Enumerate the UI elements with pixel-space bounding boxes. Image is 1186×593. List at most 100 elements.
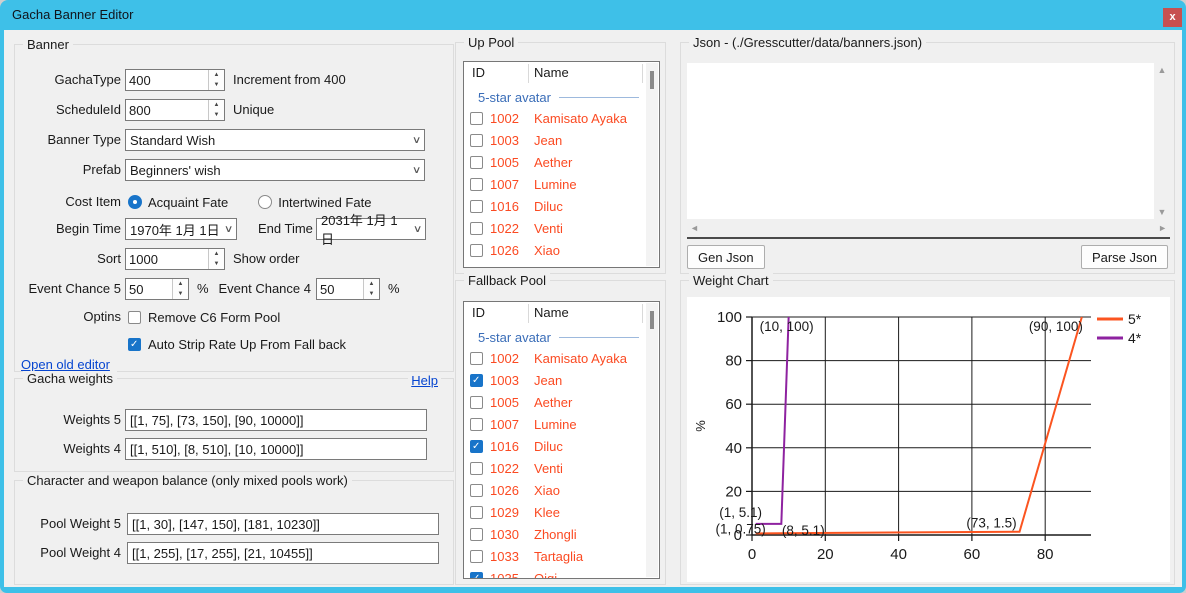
json-horizontal-scrollbar[interactable]: ◄ ► [687, 221, 1170, 236]
row-checkbox[interactable] [470, 178, 483, 191]
sort-input[interactable] [126, 249, 208, 269]
scheduleid-input[interactable] [126, 100, 208, 120]
balance-group-label: Character and weapon balance (only mixed… [23, 473, 352, 488]
spinner-down-icon[interactable]: ▼ [173, 289, 188, 299]
spinner-down-icon[interactable]: ▼ [209, 110, 224, 120]
row-checkbox[interactable] [470, 244, 483, 257]
svg-text:100: 100 [717, 309, 742, 326]
row-id: 1003 [490, 373, 519, 388]
row-checkbox[interactable] [470, 134, 483, 147]
row-checkbox[interactable] [470, 112, 483, 125]
prefab-select[interactable]: Beginners' wish ∨ [125, 159, 425, 181]
radio-icon[interactable] [128, 195, 142, 209]
pool-row[interactable]: 1005Aether [464, 392, 645, 414]
spinner-down-icon[interactable]: ▼ [364, 289, 379, 299]
pool-row[interactable]: 1002Kamisato Ayaka [464, 108, 645, 130]
spinner-up-icon[interactable]: ▲ [173, 279, 188, 289]
row-checkbox[interactable] [470, 550, 483, 563]
row-checkbox[interactable] [470, 484, 483, 497]
arrow-right-icon[interactable]: ► [1158, 223, 1167, 233]
pool-weight-4-label: Pool Weight 4 [15, 542, 121, 564]
pool-row[interactable]: 1033Tartaglia [464, 546, 645, 568]
svg-text:%: % [693, 420, 708, 432]
pool-row[interactable]: 1026Xiao [464, 240, 645, 262]
help-link[interactable]: Help [408, 373, 441, 388]
row-checkbox[interactable] [470, 506, 483, 519]
column-header-name[interactable]: Name [534, 305, 569, 320]
row-name: Aether [534, 155, 572, 170]
pool-row[interactable]: 1007Lumine [464, 414, 645, 436]
prefab-value: Beginners' wish [130, 163, 221, 178]
pool-row[interactable]: 1029Klee [464, 502, 645, 524]
row-checkbox[interactable] [470, 462, 483, 475]
checkbox-icon[interactable] [128, 338, 141, 351]
spinner-up-icon[interactable]: ▲ [209, 70, 224, 80]
row-checkbox[interactable] [470, 352, 483, 365]
radio-icon[interactable] [258, 195, 272, 209]
column-header-id[interactable]: ID [472, 65, 485, 80]
radio-acquaint-fate[interactable]: Acquaint Fate [128, 195, 228, 210]
row-checkbox[interactable] [470, 440, 483, 453]
weights-4-input[interactable] [125, 438, 427, 460]
arrow-up-icon[interactable]: ▲ [1154, 65, 1170, 75]
json-vertical-scrollbar[interactable]: ▲ ▼ [1154, 63, 1170, 219]
weight-chart-group-label: Weight Chart [689, 273, 773, 288]
end-time-picker[interactable]: 2031年 1月 1日 ∨ [316, 218, 426, 240]
spinner-up-icon[interactable]: ▲ [209, 100, 224, 110]
prefab-label: Prefab [15, 159, 121, 181]
pool-row[interactable]: 1035Qiqi [464, 568, 645, 579]
row-checkbox[interactable] [470, 396, 483, 409]
banner-type-select[interactable]: Standard Wish ∨ [125, 129, 425, 151]
pool-row[interactable]: 1016Diluc [464, 196, 645, 218]
row-checkbox[interactable] [470, 572, 483, 579]
row-checkbox[interactable] [470, 374, 483, 387]
scrollbar-thumb[interactable] [650, 311, 654, 329]
checkbox-icon[interactable] [128, 311, 141, 324]
event-chance-5-input[interactable] [126, 279, 172, 299]
banner-group-label: Banner [23, 37, 73, 52]
json-textarea[interactable] [687, 63, 1170, 219]
up-pool-scrollbar[interactable] [646, 63, 658, 266]
pool-row[interactable]: 1016Diluc [464, 436, 645, 458]
event-chance-4-input[interactable] [317, 279, 363, 299]
pool-row[interactable]: 1022Venti [464, 218, 645, 240]
row-checkbox[interactable] [470, 222, 483, 235]
pool-row[interactable]: 1030Zhongli [464, 524, 645, 546]
checkbox-auto-strip[interactable]: Auto Strip Rate Up From Fall back [128, 333, 346, 355]
spinner-down-icon[interactable]: ▼ [209, 80, 224, 90]
spinner-up-icon[interactable]: ▲ [364, 279, 379, 289]
arrow-left-icon[interactable]: ◄ [690, 223, 699, 233]
gachatype-input[interactable] [126, 70, 208, 90]
parse-json-button[interactable]: Parse Json [1081, 245, 1168, 269]
row-id: 1029 [490, 505, 519, 520]
pool-row[interactable]: 1005Aether [464, 152, 645, 174]
pool-row[interactable]: 1026Xiao [464, 480, 645, 502]
row-checkbox[interactable] [470, 528, 483, 541]
column-header-id[interactable]: ID [472, 305, 485, 320]
open-old-editor-link[interactable]: Open old editor [21, 357, 110, 372]
scrollbar-thumb[interactable] [650, 71, 654, 89]
pool-row[interactable]: 1002Kamisato Ayaka [464, 348, 645, 370]
row-checkbox[interactable] [470, 200, 483, 213]
weights-5-input[interactable] [125, 409, 427, 431]
begin-time-picker[interactable]: 1970年 1月 1日 ∨ [125, 218, 237, 240]
pool-row[interactable]: 1003Jean [464, 130, 645, 152]
row-checkbox[interactable] [470, 156, 483, 169]
pool-row[interactable]: 1007Lumine [464, 174, 645, 196]
pool-weight-5-input[interactable] [127, 513, 439, 535]
row-checkbox[interactable] [470, 418, 483, 431]
radio-intertwined-fate[interactable]: Intertwined Fate [258, 195, 371, 210]
pool-weight-4-input[interactable] [127, 542, 439, 564]
spinner-up-icon[interactable]: ▲ [209, 249, 224, 259]
fallback-pool-header: ID Name [464, 302, 659, 326]
row-name: Lumine [534, 417, 577, 432]
gen-json-button[interactable]: Gen Json [687, 245, 765, 269]
pool-row[interactable]: 1022Venti [464, 458, 645, 480]
close-button[interactable]: x [1163, 8, 1182, 27]
column-header-name[interactable]: Name [534, 65, 569, 80]
arrow-down-icon[interactable]: ▼ [1154, 207, 1170, 217]
fallback-pool-scrollbar[interactable] [646, 303, 658, 577]
pool-row[interactable]: 1003Jean [464, 370, 645, 392]
checkbox-remove-c6[interactable]: Remove C6 Form Pool [128, 306, 280, 328]
spinner-down-icon[interactable]: ▼ [209, 259, 224, 269]
